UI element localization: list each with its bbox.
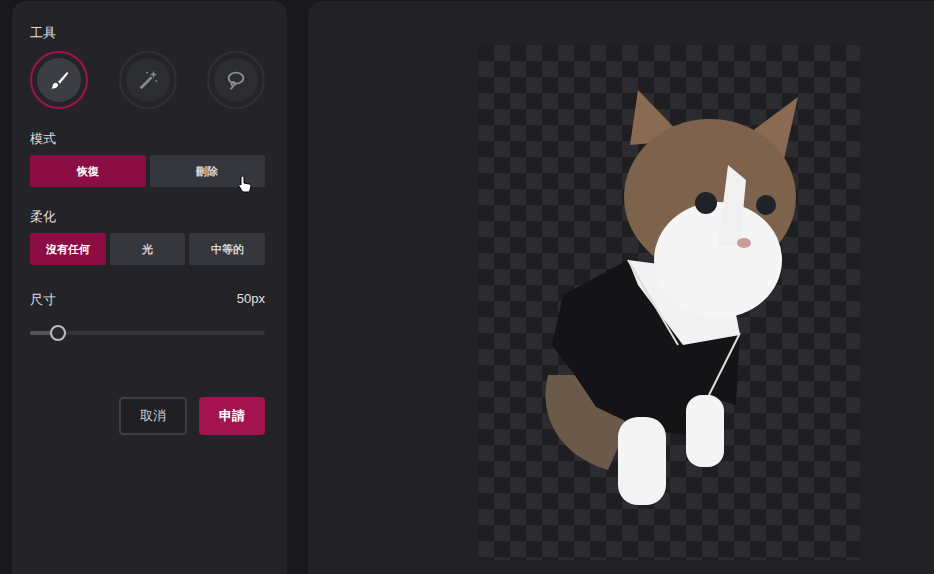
action-row: 取消申請 — [30, 397, 265, 435]
size-slider[interactable] — [30, 325, 265, 341]
tool-face — [126, 58, 170, 102]
pointer-cursor-icon — [238, 175, 252, 193]
feather-switch: 沒有任何光中等的 — [30, 233, 265, 265]
secondary-button[interactable]: 取消 — [119, 397, 187, 435]
editor: 工具模式恢復刪除柔化沒有任何光中等的尺寸 50px 取消申請 — [0, 0, 934, 574]
tool-button[interactable] — [207, 51, 265, 109]
size-row: 尺寸 50px — [30, 291, 265, 309]
tool-button[interactable] — [119, 51, 177, 109]
size-reading: 50px — [237, 291, 265, 309]
mode-option[interactable]: 恢復 — [30, 155, 146, 187]
canvas — [478, 45, 860, 560]
canvas-panel — [308, 1, 934, 574]
feather-label: 柔化 — [30, 209, 265, 225]
size-label: 尺寸 — [30, 291, 56, 309]
tool-button[interactable] — [30, 51, 88, 109]
tools-label: 工具 — [30, 25, 265, 41]
feather-option[interactable]: 中等的 — [189, 233, 265, 265]
slider-thumb[interactable] — [50, 325, 66, 341]
tool-panel: 工具模式恢復刪除柔化沒有任何光中等的尺寸 50px 取消申請 — [12, 1, 287, 574]
mode-label: 模式 — [30, 131, 265, 147]
tool-row — [30, 51, 265, 109]
cat-image — [478, 45, 860, 560]
mode-option[interactable]: 刪除 — [150, 155, 266, 187]
feather-option[interactable]: 沒有任何 — [30, 233, 106, 265]
primary-button[interactable]: 申請 — [199, 397, 265, 435]
feather-option[interactable]: 光 — [110, 233, 186, 265]
mode-switch: 恢復刪除 — [30, 155, 265, 187]
tool-face — [37, 58, 81, 102]
tool-face — [214, 58, 258, 102]
lasso-icon — [225, 69, 247, 91]
brush-icon — [48, 69, 70, 91]
magic-wand-icon — [137, 69, 159, 91]
